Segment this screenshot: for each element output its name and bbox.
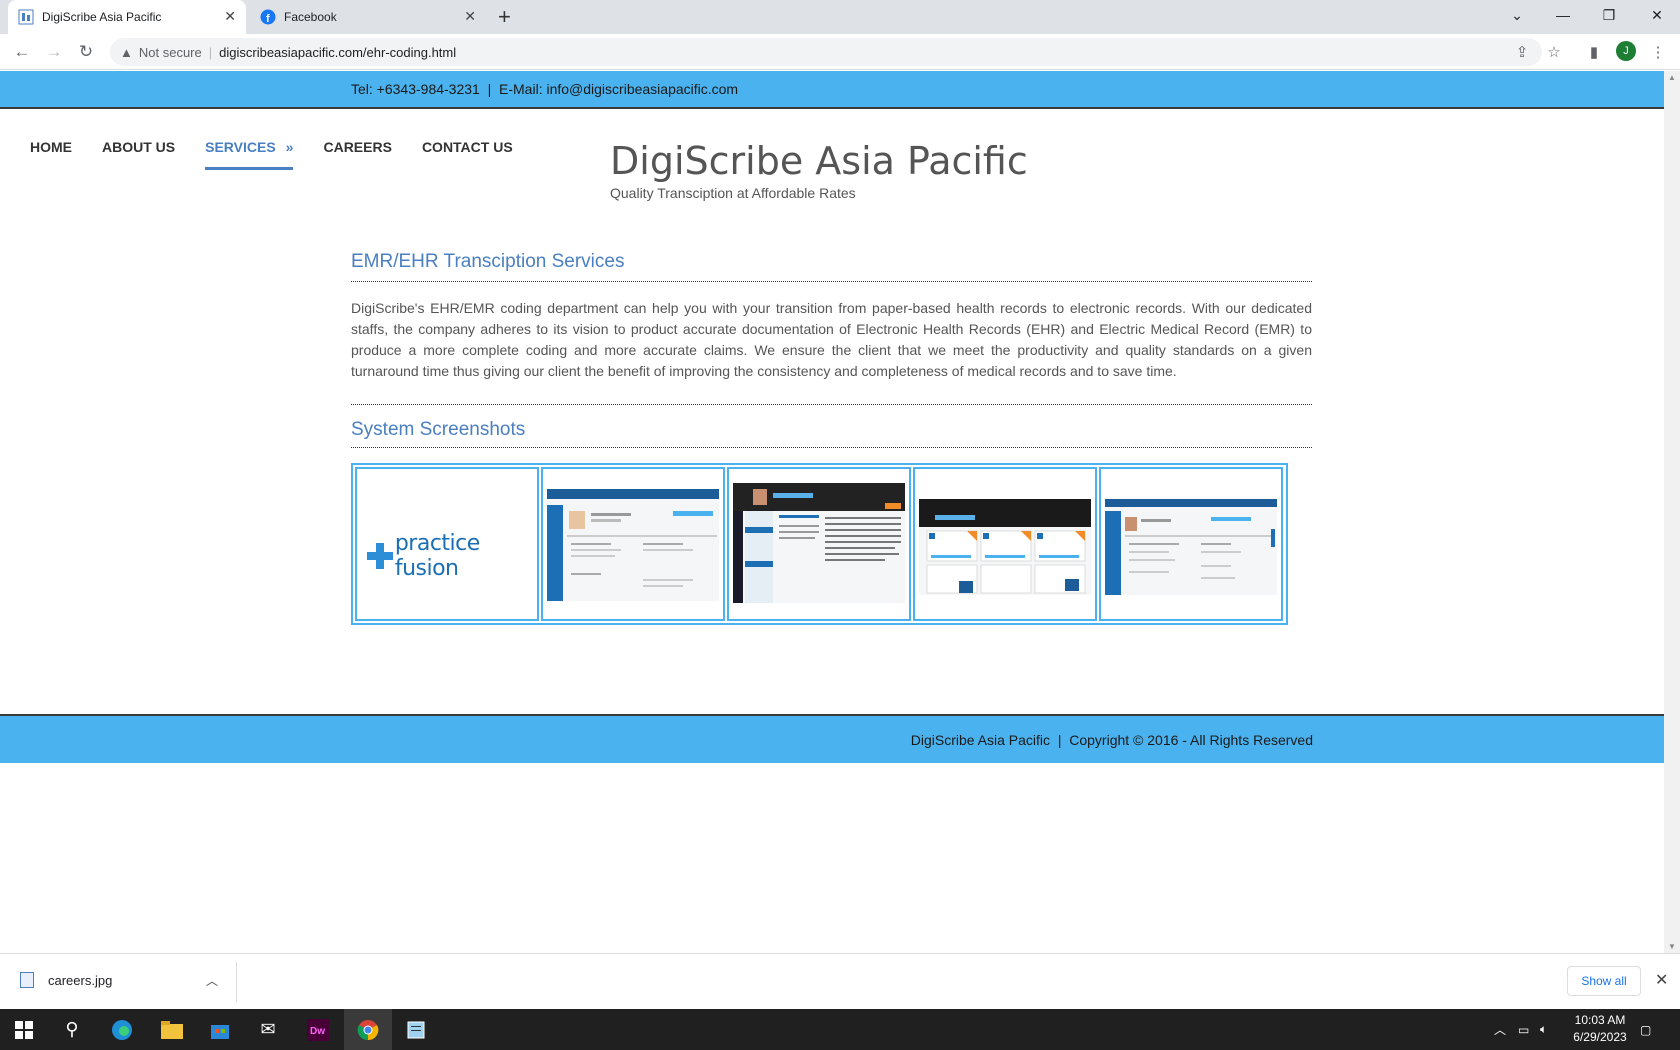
close-tab-icon[interactable]: ✕: [464, 8, 476, 25]
screenshot-thumb-patient-chart[interactable]: [541, 467, 725, 621]
bookmark-star-icon[interactable]: ☆: [1544, 42, 1564, 62]
notifications-icon[interactable]: ▢: [1640, 1009, 1651, 1050]
screenshot-image: [547, 489, 719, 601]
browser-toolbar: ← → ↻ ▲ Not secure | digiscribeasiapacif…: [0, 34, 1680, 70]
screenshot-gallery: practice fusion: [351, 463, 1288, 625]
nav-about-us[interactable]: ABOUT US: [102, 139, 175, 170]
svg-text:f: f: [266, 13, 270, 25]
copyright-text: DigiScribe Asia Pacific | Copyright © 20…: [910, 732, 1313, 748]
screenshot-thumb-encounter[interactable]: [1099, 467, 1283, 621]
screenshot-thumb-logo[interactable]: practice fusion: [355, 467, 539, 621]
site-brand: DigiScribe Asia Pacific Quality Transcip…: [610, 139, 1028, 201]
warning-icon: ▲: [120, 44, 133, 60]
screenshot-image: [1105, 499, 1277, 595]
close-window-icon[interactable]: ✕: [1634, 0, 1680, 30]
screenshot-thumb-patient-profile[interactable]: [727, 467, 911, 621]
close-download-bar-icon[interactable]: ✕: [1655, 970, 1668, 990]
nav-contact-us[interactable]: CONTACT US: [422, 139, 513, 170]
image-file-icon: [20, 972, 34, 988]
restore-icon[interactable]: ❐: [1586, 0, 1632, 30]
reload-icon[interactable]: ↻: [74, 40, 98, 64]
tab-digiscribe[interactable]: DigiScribe Asia Pacific ✕: [8, 0, 246, 34]
search-icon[interactable]: ⚲: [48, 1009, 96, 1050]
tab-strip: DigiScribe Asia Pacific ✕ f Facebook ✕ +…: [0, 0, 1680, 34]
contact-line: Tel: +6343-984-3231 | E-Mail: info@digis…: [351, 81, 739, 97]
volume-icon[interactable]: 🔈︎: [1540, 1009, 1547, 1050]
page-favicon-icon: [18, 9, 34, 25]
security-label: Not secure: [138, 44, 202, 60]
main-content: EMR/EHR Transciption Services DigiScribe…: [351, 251, 1312, 625]
logo-text: practice fusion: [394, 531, 480, 581]
cross-logo-icon: [367, 543, 393, 569]
screenshot-image: [733, 483, 905, 603]
download-bar: careers.jpg ︿ Show all ✕: [0, 953, 1680, 1009]
tray-chevron-icon[interactable]: ︿: [1494, 1009, 1506, 1050]
windows-taskbar: ⚲ ✉ Dw ︿ ▭ 🔈︎ 10:03 AM 6/29/2023 ▢: [0, 1009, 1680, 1050]
edge-browser-icon[interactable]: [98, 1009, 146, 1050]
tab-title: DigiScribe Asia Pacific: [42, 10, 162, 24]
notepad-icon[interactable]: [392, 1009, 440, 1050]
dreamweaver-icon[interactable]: Dw: [294, 1009, 342, 1050]
nav-careers[interactable]: CAREERS: [323, 139, 391, 170]
share-icon[interactable]: ⇪: [1512, 42, 1532, 62]
screenshot-thumb-dashboard[interactable]: [913, 467, 1097, 621]
divider: [236, 962, 237, 1002]
download-item[interactable]: careers.jpg: [20, 972, 112, 988]
screenshots-title: System Screenshots: [351, 419, 1312, 448]
facebook-icon: f: [260, 9, 276, 25]
section-paragraph: DigiScribe's EHR/EMR coding department c…: [351, 298, 1312, 405]
section-title: EMR/EHR Transciption Services: [351, 251, 1312, 282]
network-icon[interactable]: ▭: [1518, 1009, 1529, 1050]
menu-icon[interactable]: ⋮: [1648, 42, 1668, 62]
tab-title: Facebook: [284, 10, 337, 24]
windows-start-icon[interactable]: [0, 1009, 48, 1050]
forward-icon[interactable]: →: [42, 40, 66, 64]
back-icon[interactable]: ←: [10, 40, 34, 64]
site-footer: DigiScribe Asia Pacific | Copyright © 20…: [0, 714, 1664, 763]
tab-search-icon[interactable]: ⌄: [1494, 0, 1540, 30]
web-page: Tel: +6343-984-3231 | E-Mail: info@digis…: [0, 71, 1664, 953]
url-text: digiscribeasiapacific.com/ehr-coding.htm…: [219, 44, 457, 60]
file-explorer-icon[interactable]: [148, 1009, 196, 1050]
scroll-up-icon[interactable]: ▲: [1668, 73, 1676, 82]
chrome-icon[interactable]: [344, 1009, 392, 1050]
screenshot-image: [919, 499, 1091, 595]
page-scrollbar[interactable]: ▲ ▼: [1664, 71, 1680, 953]
mail-icon[interactable]: ✉: [244, 1009, 292, 1050]
contact-bar: Tel: +6343-984-3231 | E-Mail: info@digis…: [0, 71, 1664, 109]
nav-services-label: SERVICES: [205, 139, 276, 155]
nav-home[interactable]: HOME: [30, 139, 72, 170]
main-nav: HOME ABOUT US SERVICES » CAREERS CONTACT …: [30, 139, 543, 170]
close-tab-icon[interactable]: ✕: [224, 8, 236, 25]
minimize-icon[interactable]: —: [1540, 0, 1586, 30]
download-filename: careers.jpg: [48, 972, 113, 988]
chevron-up-icon[interactable]: ︿: [206, 972, 218, 989]
nav-services[interactable]: SERVICES »: [205, 139, 294, 170]
clock-time: 10:03 AM: [1574, 1013, 1626, 1027]
show-all-button[interactable]: Show all: [1567, 966, 1641, 996]
practice-fusion-logo: practice fusion: [367, 531, 537, 581]
divider: |: [208, 44, 213, 60]
address-bar[interactable]: ▲ Not secure | digiscribeasiapacific.com…: [110, 38, 1542, 66]
scroll-down-icon[interactable]: ▼: [1668, 942, 1676, 951]
site-tagline: Quality Transciption at Affordable Rates: [610, 185, 856, 201]
tab-facebook[interactable]: f Facebook ✕: [250, 0, 486, 34]
profile-avatar[interactable]: J: [1616, 41, 1636, 61]
side-panel-icon[interactable]: ▮: [1584, 42, 1604, 62]
svg-text:Dw: Dw: [310, 1026, 325, 1037]
new-tab-icon[interactable]: +: [498, 4, 511, 30]
clock-date: 6/29/2023: [1573, 1030, 1627, 1044]
taskbar-clock[interactable]: 10:03 AM 6/29/2023: [1560, 1012, 1640, 1046]
site-title: DigiScribe Asia Pacific: [610, 139, 1028, 183]
nav-services-arrow: »: [285, 139, 294, 155]
store-icon[interactable]: [196, 1009, 244, 1050]
